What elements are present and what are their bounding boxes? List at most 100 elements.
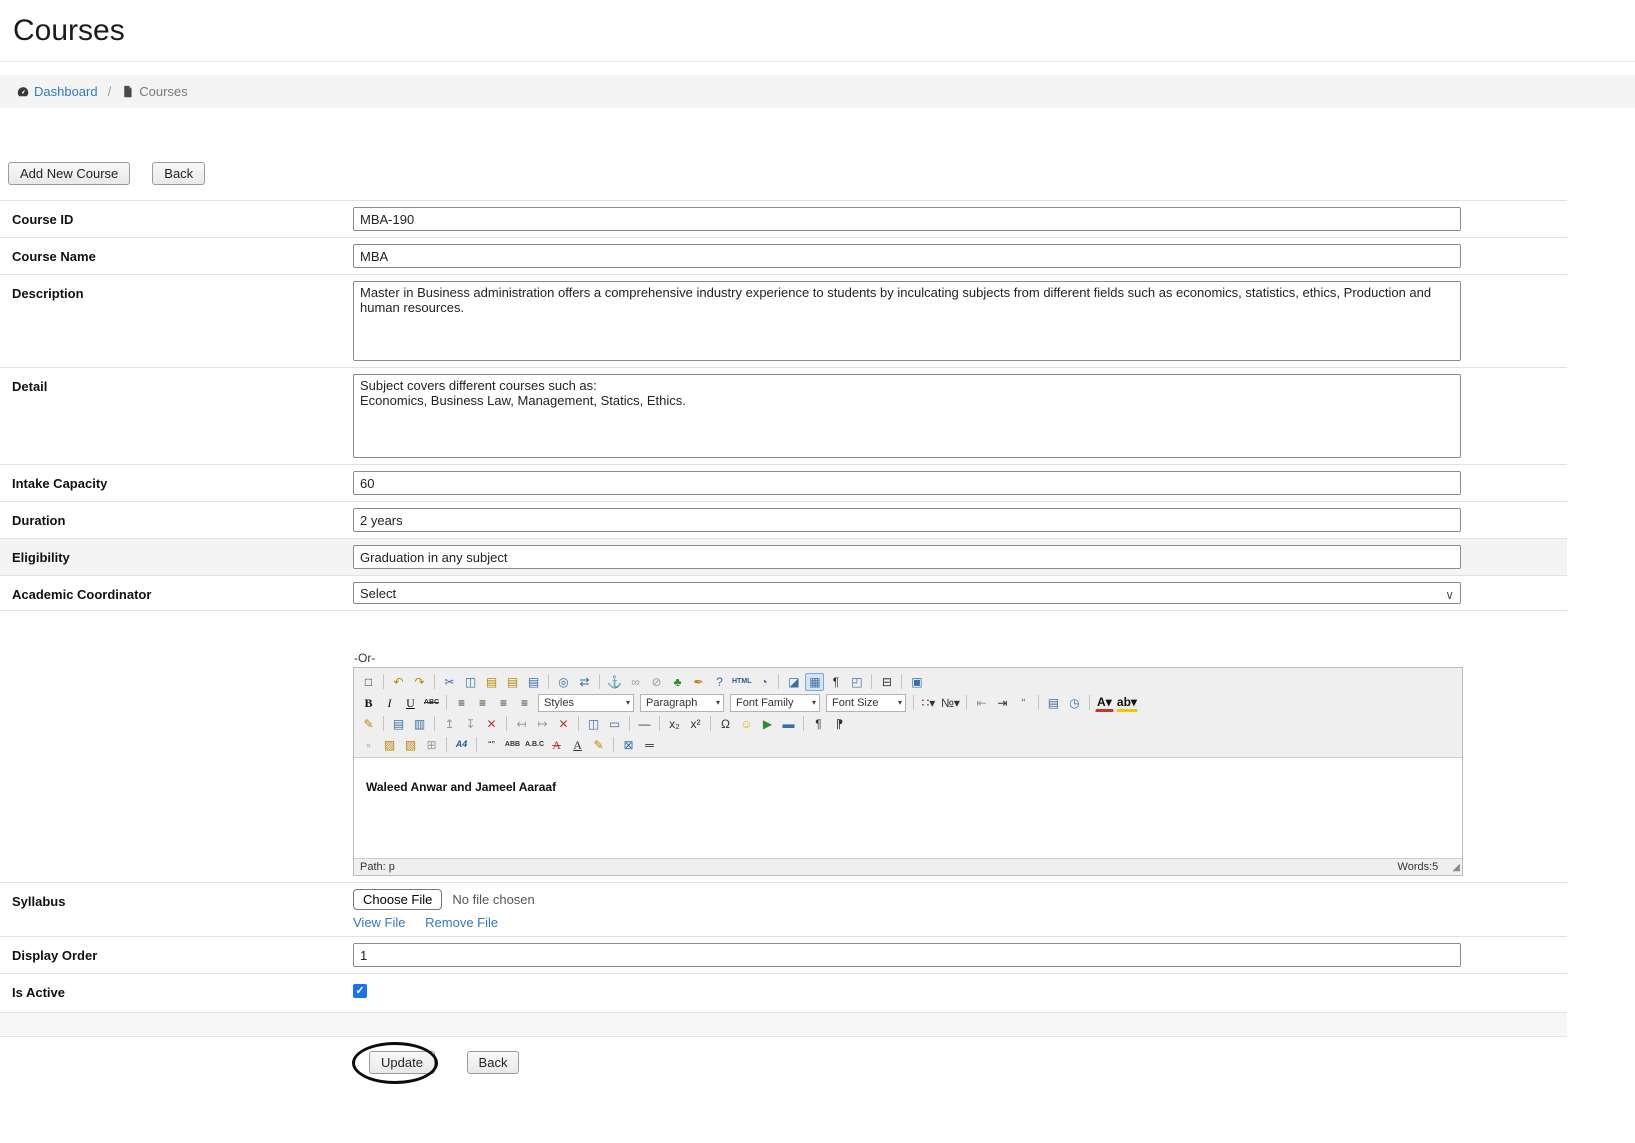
delete-row-icon[interactable]: ✕ bbox=[482, 715, 501, 733]
unlink-icon[interactable]: ⊘ bbox=[647, 673, 666, 691]
paragraph-select[interactable]: Paragraph▾ bbox=[640, 694, 724, 712]
cleanup-icon[interactable]: ✒ bbox=[689, 673, 708, 691]
undo-icon[interactable]: ↶ bbox=[389, 673, 408, 691]
display-order-input[interactable] bbox=[353, 943, 1461, 967]
breadcrumb-dashboard-link[interactable]: Dashboard bbox=[34, 84, 98, 99]
move-forward-icon[interactable]: ▨ bbox=[380, 736, 399, 754]
edit-attributes-icon[interactable]: ✎ bbox=[589, 736, 608, 754]
paste-from-word-icon[interactable]: ▤ bbox=[524, 673, 543, 691]
insert-col-before-icon[interactable]: ↤ bbox=[512, 715, 531, 733]
find-replace-icon[interactable]: ⇄ bbox=[575, 673, 594, 691]
paste-icon[interactable]: ▤ bbox=[482, 673, 501, 691]
help-icon[interactable]: ? bbox=[710, 673, 729, 691]
cut-icon[interactable]: ✂ bbox=[440, 673, 459, 691]
font-family-select[interactable]: Font Family▾ bbox=[730, 694, 820, 712]
insert-time-icon[interactable]: ◷ bbox=[1065, 694, 1084, 712]
table-cell-props-icon[interactable]: ▥ bbox=[410, 715, 429, 733]
acronym-icon[interactable]: A.B.C bbox=[524, 736, 545, 754]
emoticons-icon[interactable]: ☺ bbox=[737, 715, 756, 733]
font-size-select[interactable]: Font Size▾ bbox=[826, 694, 906, 712]
anchor-icon[interactable]: ⚓ bbox=[605, 673, 624, 691]
link-icon[interactable]: ∞ bbox=[626, 673, 645, 691]
new-document-icon[interactable]: □ bbox=[359, 673, 378, 691]
align-center-icon[interactable]: ≡ bbox=[473, 694, 492, 712]
visual-aid-icon[interactable]: ▦ bbox=[805, 673, 824, 691]
align-justify-icon[interactable]: ≡ bbox=[515, 694, 534, 712]
preview-icon[interactable]: ◔ bbox=[754, 673, 773, 691]
show-blocks-icon[interactable]: ¶ bbox=[826, 673, 845, 691]
copy-icon[interactable]: ◫ bbox=[461, 673, 480, 691]
italic-icon[interactable]: I bbox=[380, 694, 399, 712]
html-source-icon[interactable]: HTML bbox=[731, 673, 752, 691]
charmap-icon[interactable]: Ω bbox=[716, 715, 735, 733]
align-left-icon[interactable]: ≡ bbox=[452, 694, 471, 712]
table-row-props-icon[interactable]: ▤ bbox=[389, 715, 408, 733]
course-id-input[interactable] bbox=[353, 207, 1461, 231]
insert-image-icon[interactable]: ♣ bbox=[668, 673, 687, 691]
backcolor-icon[interactable]: ab▾ bbox=[1116, 694, 1138, 712]
remove-file-link[interactable]: Remove File bbox=[425, 915, 498, 930]
subscript-icon[interactable]: x₂ bbox=[665, 715, 684, 733]
media-icon[interactable]: ▶ bbox=[758, 715, 777, 733]
page-preview-icon[interactable]: ◰ bbox=[847, 673, 866, 691]
insert-row-before-icon[interactable]: ↥ bbox=[440, 715, 459, 733]
view-file-link[interactable]: View File bbox=[353, 915, 406, 930]
duration-input[interactable] bbox=[353, 508, 1461, 532]
numbered-list-icon[interactable]: №▾ bbox=[940, 694, 961, 712]
insert-col-after-icon[interactable]: ↦ bbox=[533, 715, 552, 733]
choose-file-button[interactable]: Choose File bbox=[353, 889, 442, 910]
horizontal-rule-icon[interactable]: — bbox=[635, 715, 654, 733]
rtl-icon[interactable]: ⁋ bbox=[830, 715, 849, 733]
resize-grip-icon[interactable]: ◢ bbox=[1452, 862, 1460, 873]
superscript-icon[interactable]: x² bbox=[686, 715, 705, 733]
move-backward-icon[interactable]: ▧ bbox=[401, 736, 420, 754]
back-button-bottom[interactable]: Back bbox=[467, 1051, 520, 1074]
nonbreaking-icon[interactable]: ⊠ bbox=[619, 736, 638, 754]
insert-layer-icon[interactable]: ▫ bbox=[359, 736, 378, 754]
bottom-actions: Update Back bbox=[0, 1051, 1635, 1074]
bullet-list-icon[interactable]: ∷▾ bbox=[919, 694, 938, 712]
insert-row-after-icon[interactable]: ↧ bbox=[461, 715, 480, 733]
align-right-icon[interactable]: ≡ bbox=[494, 694, 513, 712]
print-icon[interactable]: ⊟ bbox=[877, 673, 896, 691]
academic-coordinator-select[interactable]: Select bbox=[353, 582, 1461, 604]
detail-textarea[interactable]: Subject covers different courses such as… bbox=[353, 374, 1461, 458]
advanced-hr-icon[interactable]: ▬ bbox=[779, 715, 798, 733]
remove-format-icon[interactable]: ◪ bbox=[784, 673, 803, 691]
cite-icon[interactable]: “” bbox=[482, 736, 501, 754]
back-button-top[interactable]: Back bbox=[152, 162, 205, 185]
editor-content[interactable]: Waleed Anwar and Jameel Aaraaf bbox=[354, 758, 1462, 858]
page-break-icon[interactable]: ═ bbox=[640, 736, 659, 754]
indent-icon[interactable]: ⇥ bbox=[993, 694, 1012, 712]
del-icon[interactable]: A bbox=[547, 736, 566, 754]
underline-icon[interactable]: U bbox=[401, 694, 420, 712]
is-active-checkbox[interactable] bbox=[353, 984, 367, 998]
find-icon[interactable]: ◎ bbox=[554, 673, 573, 691]
forecolor-icon[interactable]: A▾ bbox=[1095, 694, 1114, 712]
fullscreen-icon[interactable]: ▣ bbox=[907, 673, 926, 691]
redo-icon[interactable]: ↷ bbox=[410, 673, 429, 691]
blockquote-icon[interactable]: “ bbox=[1014, 694, 1033, 712]
eligibility-label: Eligibility bbox=[0, 545, 353, 569]
table-edit-icon[interactable]: ✎ bbox=[359, 715, 378, 733]
eligibility-input[interactable] bbox=[353, 545, 1461, 569]
outdent-icon[interactable]: ⇤ bbox=[972, 694, 991, 712]
update-button[interactable]: Update bbox=[369, 1051, 435, 1074]
absolute-position-icon[interactable]: ⊞ bbox=[422, 736, 441, 754]
intake-capacity-input[interactable] bbox=[353, 471, 1461, 495]
abbreviation-icon[interactable]: ABB bbox=[503, 736, 522, 754]
bold-icon[interactable]: B bbox=[359, 694, 378, 712]
strikethrough-icon[interactable]: ABC bbox=[422, 694, 441, 712]
description-textarea[interactable]: Master in Business administration offers… bbox=[353, 281, 1461, 361]
paste-as-text-icon[interactable]: ▤ bbox=[503, 673, 522, 691]
course-name-input[interactable] bbox=[353, 244, 1461, 268]
style-props-icon[interactable]: A4 bbox=[452, 736, 471, 754]
delete-col-icon[interactable]: ✕ bbox=[554, 715, 573, 733]
ins-icon[interactable]: A bbox=[568, 736, 587, 754]
add-new-course-button[interactable]: Add New Course bbox=[8, 162, 130, 185]
ltr-icon[interactable]: ¶ bbox=[809, 715, 828, 733]
styles-select[interactable]: Styles▾ bbox=[538, 694, 634, 712]
merge-cells-icon[interactable]: ▭ bbox=[605, 715, 624, 733]
split-cells-icon[interactable]: ◫ bbox=[584, 715, 603, 733]
insert-date-icon[interactable]: ▤ bbox=[1044, 694, 1063, 712]
